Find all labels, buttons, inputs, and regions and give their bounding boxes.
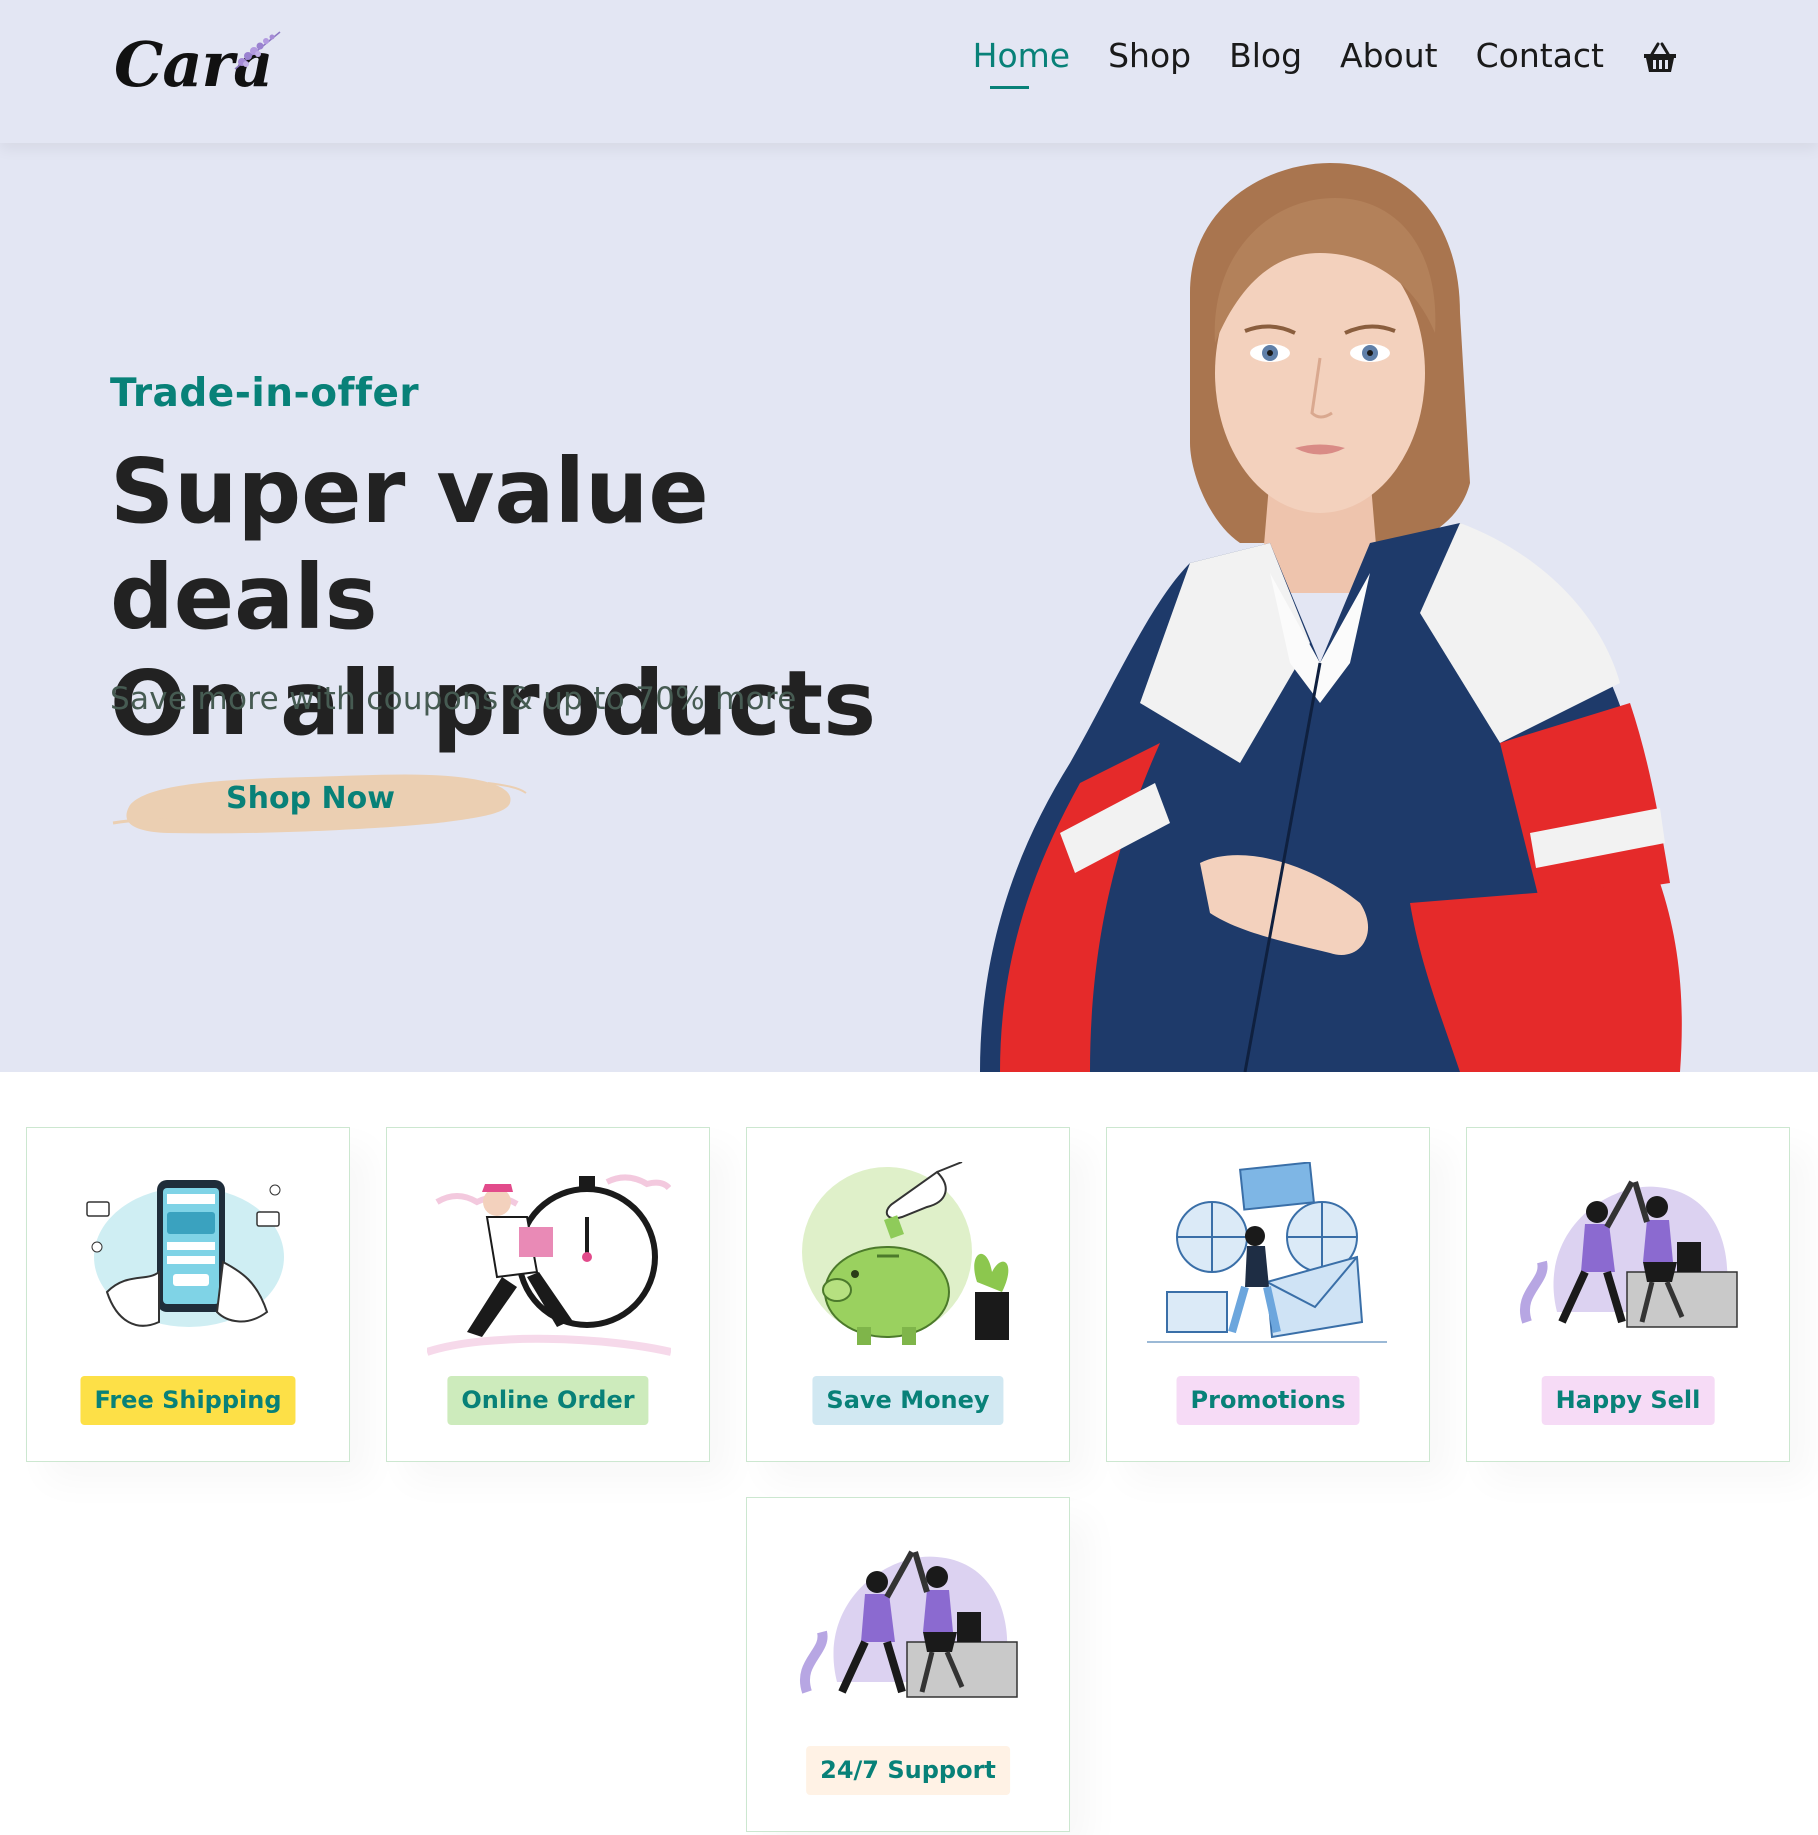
shop-now-button[interactable]: Shop Now xyxy=(108,753,528,853)
feature-label: Free Shipping xyxy=(80,1376,296,1425)
payments-phone-illustration xyxy=(86,1180,284,1327)
delivery-stopwatch-illustration xyxy=(427,1174,671,1356)
feature-card-happy-sell[interactable]: Happy Sell xyxy=(1466,1127,1790,1462)
feature-card-online-order[interactable]: Online Order xyxy=(386,1127,710,1462)
main-nav: Home Shop Blog About Contact xyxy=(935,36,1678,89)
site-header: Cara Home Shop Blog About Contact xyxy=(0,0,1818,143)
high-five-illustration xyxy=(1520,1180,1738,1328)
promotions-illustration xyxy=(1147,1162,1387,1343)
feature-label: Save Money xyxy=(812,1376,1004,1425)
lavender-sprig-icon xyxy=(234,31,281,70)
nav-shop[interactable]: Shop xyxy=(1108,36,1191,85)
shopping-basket-icon[interactable] xyxy=(1642,40,1678,76)
hero-section: Trade-in-offer Super value deals On all … xyxy=(0,143,1818,1072)
hero-subtitle: Trade-in-offer xyxy=(110,371,420,416)
feature-label: 24/7 Support xyxy=(806,1746,1010,1795)
feature-card-promotions[interactable]: Promotions xyxy=(1106,1127,1430,1462)
high-five-illustration xyxy=(800,1550,1018,1698)
nav-contact[interactable]: Contact xyxy=(1476,36,1604,85)
feature-label: Online Order xyxy=(447,1376,649,1425)
nav-about[interactable]: About xyxy=(1340,36,1438,85)
hero-description: Save more with coupons & up to 70% more xyxy=(110,681,797,717)
feature-card-save-money[interactable]: Save Money xyxy=(746,1127,1070,1462)
hero-model-image xyxy=(980,163,1682,1072)
nav-blog[interactable]: Blog xyxy=(1229,36,1302,85)
nav-home[interactable]: Home xyxy=(973,36,1070,89)
feature-card-free-shipping[interactable]: Free Shipping xyxy=(26,1127,350,1462)
feature-label: Promotions xyxy=(1176,1376,1360,1425)
feature-card-support[interactable]: 24/7 Support xyxy=(746,1497,1070,1832)
feature-label: Happy Sell xyxy=(1541,1376,1715,1425)
brand-logo[interactable]: Cara xyxy=(110,18,290,108)
hero-title-line-1: Super value deals xyxy=(110,439,709,649)
shop-now-label: Shop Now xyxy=(226,781,395,816)
piggy-bank-illustration xyxy=(802,1162,1009,1345)
